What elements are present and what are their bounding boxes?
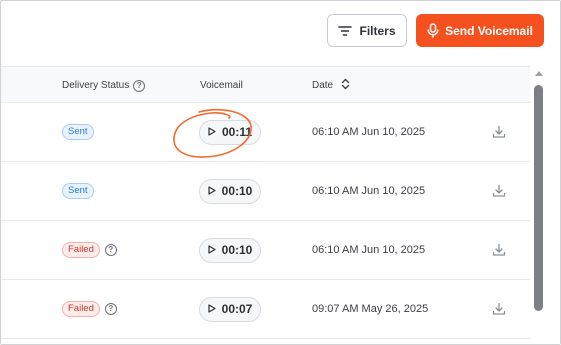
toolbar: Filters Send Voicemail	[327, 14, 544, 47]
filters-label: Filters	[359, 23, 396, 38]
column-header-voicemail: Voicemail	[200, 67, 243, 104]
voicemail-duration: 00:11	[221, 125, 253, 139]
voicemail-cell: 00:10	[199, 221, 261, 279]
voicemail-panel: Filters Send Voicemail Delivery Status ?…	[0, 0, 561, 345]
play-icon	[208, 184, 216, 198]
scroll-up-arrow[interactable]	[535, 71, 543, 76]
help-circle-icon[interactable]: ?	[104, 244, 117, 256]
voicemail-duration: 00:07	[221, 302, 253, 316]
date-cell: 09:07 AM May 26, 2025	[312, 303, 429, 315]
voicemail-duration: 00:10	[221, 243, 253, 257]
date-cell: 06:10 AM Jun 10, 2025	[312, 126, 426, 138]
play-voicemail-button[interactable]: 00:10	[199, 178, 261, 204]
table-row: Sent 00:11 06:10 AM Jun 10, 2025	[1, 103, 530, 162]
help-circle-icon[interactable]: ?	[133, 79, 146, 92]
voicemail-table: Delivery Status ? Voicemail Date Sent 00…	[1, 66, 530, 339]
play-icon	[208, 302, 216, 316]
column-header-date[interactable]: Date	[312, 67, 350, 104]
microphone-icon	[427, 23, 439, 38]
delivery-status-header-label: Delivery Status	[62, 80, 130, 91]
voicemail-cell: 00:10	[199, 162, 261, 220]
status-badge: Failed	[62, 242, 100, 258]
play-icon	[208, 243, 216, 257]
table-row: Failed ? 00:07 09:07 AM May 26, 2025	[1, 280, 530, 339]
download-cell	[490, 162, 508, 220]
scrollbar-thumb[interactable]	[534, 85, 543, 311]
download-cell	[490, 221, 508, 279]
status-cell: Sent	[62, 103, 94, 161]
date-cell: 06:10 AM Jun 10, 2025	[312, 185, 426, 197]
voicemail-header-label: Voicemail	[200, 80, 243, 91]
download-cell	[490, 103, 508, 161]
date-cell: 06:10 AM Jun 10, 2025	[312, 244, 426, 256]
download-cell	[490, 280, 508, 338]
status-badge: Sent	[62, 124, 94, 140]
send-voicemail-label: Send Voicemail	[445, 23, 533, 38]
table-header: Delivery Status ? Voicemail Date	[1, 66, 530, 103]
download-icon[interactable]	[490, 182, 508, 200]
download-icon[interactable]	[490, 300, 508, 318]
filter-lines-icon	[338, 25, 353, 37]
voicemail-cell: 00:07	[199, 280, 261, 338]
status-badge: Failed	[62, 301, 100, 317]
sort-toggle-icon[interactable]	[341, 78, 350, 93]
voicemail-duration: 00:10	[221, 184, 253, 198]
table-row: Sent 00:10 06:10 AM Jun 10, 2025	[1, 162, 530, 221]
play-voicemail-button[interactable]: 00:11	[199, 119, 261, 145]
play-icon	[208, 125, 216, 139]
voicemail-cell: 00:11	[199, 103, 261, 161]
status-cell: Failed ?	[62, 221, 117, 279]
send-voicemail-button[interactable]: Send Voicemail	[416, 14, 544, 47]
help-circle-icon[interactable]: ?	[104, 303, 117, 315]
play-voicemail-button[interactable]: 00:10	[199, 237, 261, 263]
table-row: Failed ? 00:10 06:10 AM Jun 10, 2025	[1, 221, 530, 280]
filters-button[interactable]: Filters	[327, 14, 407, 47]
status-cell: Failed ?	[62, 280, 117, 338]
play-voicemail-button[interactable]: 00:07	[199, 296, 261, 322]
status-cell: Sent	[62, 162, 94, 220]
status-badge: Sent	[62, 183, 94, 199]
download-icon[interactable]	[490, 241, 508, 259]
download-icon[interactable]	[490, 123, 508, 141]
date-header-label: Date	[312, 80, 334, 91]
column-header-delivery-status: Delivery Status ?	[62, 67, 146, 104]
